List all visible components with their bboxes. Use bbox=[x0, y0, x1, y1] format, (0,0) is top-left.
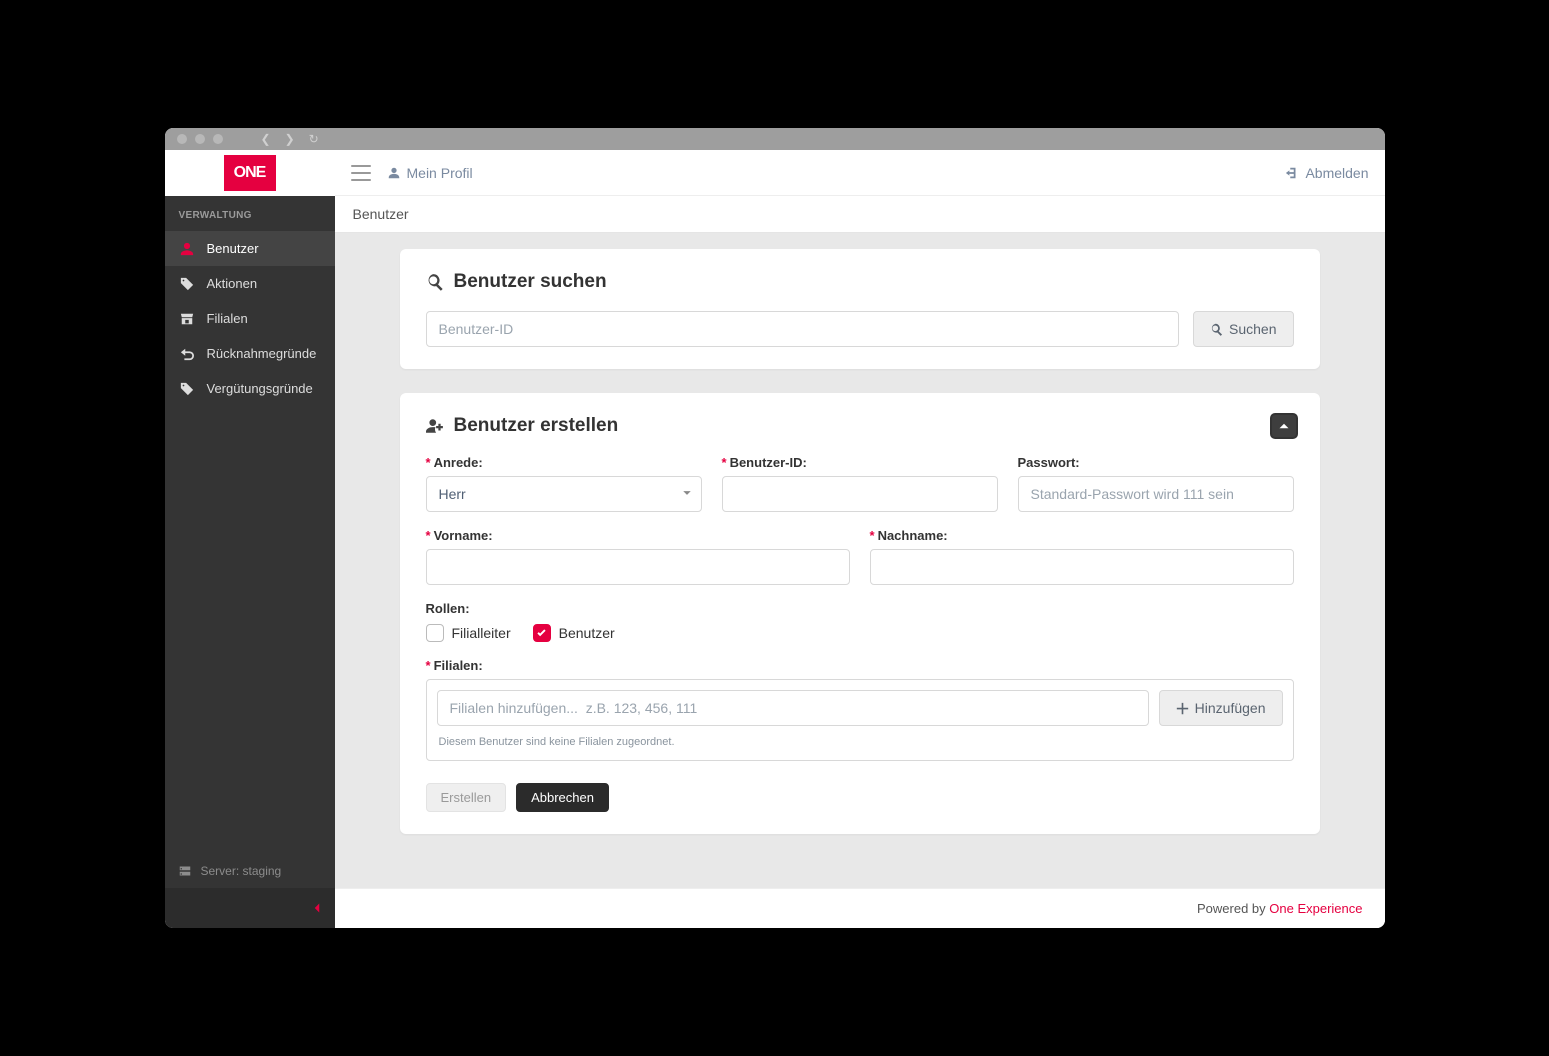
window-max-dot[interactable] bbox=[213, 134, 223, 144]
create-button[interactable]: Erstellen bbox=[426, 783, 507, 812]
app-window: ❮ ❯ ↻ ONE VERWALTUNG Benutzer Aktionen F… bbox=[165, 128, 1385, 928]
nachname-input[interactable] bbox=[870, 549, 1294, 585]
logout-icon bbox=[1285, 166, 1299, 180]
search-icon bbox=[1210, 323, 1223, 336]
rollen-label: Rollen: bbox=[426, 601, 1294, 616]
role-label: Benutzer bbox=[559, 625, 615, 641]
benutzer-id-input[interactable] bbox=[722, 476, 998, 512]
nav-reload-icon[interactable]: ↻ bbox=[309, 132, 319, 146]
tag-icon bbox=[179, 382, 195, 396]
search-icon bbox=[426, 273, 444, 291]
tag-icon bbox=[179, 277, 195, 291]
sidebar-item-label: Filialen bbox=[207, 311, 248, 326]
server-label: Server: staging bbox=[201, 864, 282, 878]
return-icon bbox=[179, 347, 195, 361]
nachname-label: *Nachname: bbox=[870, 528, 1294, 543]
content-area: Benutzer suchen Suchen bbox=[335, 233, 1385, 888]
topbar: Mein Profil Abmelden bbox=[335, 150, 1385, 196]
benutzer-id-label: *Benutzer-ID: bbox=[722, 455, 998, 470]
profile-label: Mein Profil bbox=[407, 165, 473, 181]
window-min-dot[interactable] bbox=[195, 134, 205, 144]
users-icon bbox=[179, 242, 195, 256]
nav-forward-icon[interactable]: ❯ bbox=[285, 132, 295, 146]
filialen-help-text: Diesem Benutzer sind keine Filialen zuge… bbox=[439, 736, 1281, 748]
anrede-label: *Anrede: bbox=[426, 455, 702, 470]
sidebar-collapse[interactable] bbox=[165, 888, 335, 928]
search-button[interactable]: Suchen bbox=[1193, 311, 1293, 347]
role-filialleiter-checkbox[interactable]: Filialleiter bbox=[426, 624, 511, 642]
sidebar: ONE VERWALTUNG Benutzer Aktionen Filiale… bbox=[165, 150, 335, 928]
filialen-label: *Filialen: bbox=[426, 658, 1294, 673]
cancel-button[interactable]: Abbrechen bbox=[516, 783, 609, 812]
filialen-add-button[interactable]: Hinzufügen bbox=[1159, 690, 1283, 726]
sidebar-item-label: Benutzer bbox=[207, 241, 259, 256]
logo-area: ONE bbox=[165, 150, 335, 196]
user-plus-icon bbox=[426, 417, 444, 435]
server-indicator: Server: staging bbox=[165, 854, 335, 888]
plus-icon bbox=[1176, 702, 1189, 715]
search-card-title: Benutzer suchen bbox=[426, 271, 1294, 293]
vorname-label: *Vorname: bbox=[426, 528, 850, 543]
window-close-dot[interactable] bbox=[177, 134, 187, 144]
passwort-label: Passwort: bbox=[1018, 455, 1294, 470]
role-benutzer-checkbox[interactable]: Benutzer bbox=[533, 624, 615, 642]
create-card-title: Benutzer erstellen bbox=[426, 415, 1294, 437]
sidebar-item-benutzer[interactable]: Benutzer bbox=[165, 231, 335, 266]
passwort-input[interactable] bbox=[1018, 476, 1294, 512]
sidebar-item-verguetung[interactable]: Vergütungsgründe bbox=[165, 371, 335, 406]
chevron-left-icon bbox=[311, 902, 323, 914]
footer: Powered by One Experience bbox=[335, 888, 1385, 928]
window-titlebar: ❮ ❯ ↻ bbox=[165, 128, 1385, 150]
breadcrumb: Benutzer bbox=[335, 196, 1385, 233]
hamburger-menu[interactable] bbox=[351, 165, 371, 181]
footer-link[interactable]: One Experience bbox=[1269, 901, 1362, 916]
sidebar-item-aktionen[interactable]: Aktionen bbox=[165, 266, 335, 301]
user-icon bbox=[387, 166, 401, 180]
vorname-input[interactable] bbox=[426, 549, 850, 585]
logo-badge: ONE bbox=[224, 155, 276, 191]
checkbox-checked-icon bbox=[533, 624, 551, 642]
footer-prefix: Powered by bbox=[1197, 901, 1269, 916]
filialen-box: Hinzufügen Diesem Benutzer sind keine Fi… bbox=[426, 679, 1294, 761]
anrede-value[interactable] bbox=[426, 476, 702, 512]
server-icon bbox=[179, 865, 191, 877]
sidebar-item-ruecknahme[interactable]: Rücknahmegründe bbox=[165, 336, 335, 371]
create-card: Benutzer erstellen *Anrede: *Benutzer-ID… bbox=[400, 393, 1320, 834]
profile-link[interactable]: Mein Profil bbox=[387, 165, 473, 181]
sidebar-item-label: Vergütungsgründe bbox=[207, 381, 313, 396]
search-input[interactable] bbox=[426, 311, 1180, 347]
filialen-input[interactable] bbox=[437, 690, 1149, 726]
sidebar-section-label: VERWALTUNG bbox=[165, 196, 335, 231]
chevron-up-icon bbox=[1278, 420, 1290, 432]
window-nav: ❮ ❯ ↻ bbox=[261, 132, 319, 146]
search-card: Benutzer suchen Suchen bbox=[400, 249, 1320, 369]
logout-link[interactable]: Abmelden bbox=[1285, 165, 1368, 181]
sidebar-item-label: Rücknahmegründe bbox=[207, 346, 317, 361]
anrede-select[interactable] bbox=[426, 476, 702, 512]
role-label: Filialleiter bbox=[452, 625, 511, 641]
sidebar-item-label: Aktionen bbox=[207, 276, 258, 291]
card-collapse-toggle[interactable] bbox=[1270, 413, 1298, 439]
nav-back-icon[interactable]: ❮ bbox=[261, 132, 271, 146]
store-icon bbox=[179, 312, 195, 326]
sidebar-item-filialen[interactable]: Filialen bbox=[165, 301, 335, 336]
logout-label: Abmelden bbox=[1305, 165, 1368, 181]
checkbox-unchecked-icon bbox=[426, 624, 444, 642]
